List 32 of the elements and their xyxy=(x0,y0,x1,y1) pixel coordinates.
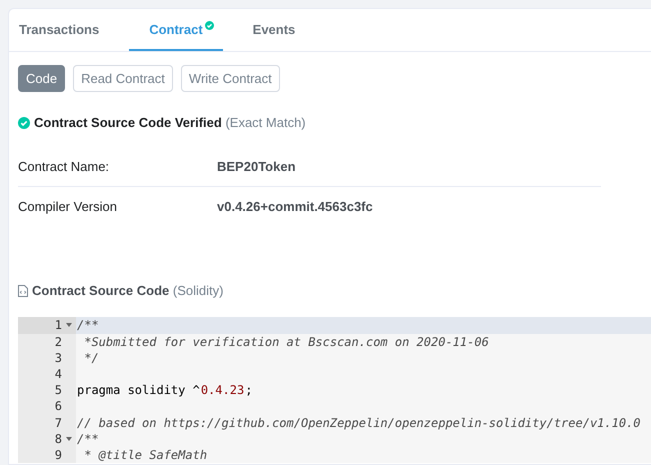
line-number: 9 xyxy=(18,446,76,464)
fold-caret-icon[interactable] xyxy=(66,323,72,328)
line-number: 6 xyxy=(18,398,76,414)
code-line: */ xyxy=(83,350,99,366)
code-file-icon xyxy=(18,284,28,297)
code-line: pragma solidity ^0.4.23; xyxy=(76,382,252,398)
line-number: 5 xyxy=(18,382,76,398)
check-circle-icon xyxy=(18,116,30,129)
line-number: 4 xyxy=(18,366,76,382)
detail-label: Compiler Version xyxy=(18,199,118,215)
code-line: /** xyxy=(76,430,99,447)
tab[interactable]: Events xyxy=(242,9,306,51)
fold-caret-icon[interactable] xyxy=(66,436,72,441)
code-view-button[interactable]: Read Contract xyxy=(73,65,173,92)
line-number: 7 xyxy=(18,414,76,431)
line-number: 8 xyxy=(18,430,76,447)
tab[interactable]: Contract xyxy=(129,9,223,51)
code-view-button[interactable]: Write Contract xyxy=(180,65,280,92)
line-number: 1 xyxy=(18,317,76,334)
code-line: /** xyxy=(76,317,99,334)
line-number: 3 xyxy=(18,350,76,366)
detail-value: v0.4.26+commit.4563c3fc xyxy=(217,199,373,215)
detail-label: Contract Name: xyxy=(18,158,110,174)
code-line: *Submitted for verification at Bscscan.com on 2020-11-06 xyxy=(83,334,489,350)
code-line: // based on https://github.com/OpenZeppelin/openzeppelin-solidity/tree/v1.10.0 xyxy=(76,414,641,431)
code-line: * @title SafeMath xyxy=(83,446,208,464)
detail-value: BEP20Token xyxy=(217,158,296,174)
line-number: 2 xyxy=(18,334,76,350)
tab[interactable]: Transactions xyxy=(9,9,110,51)
source-code-heading: Contract Source Code (Solidity) xyxy=(32,282,224,298)
code-view-button[interactable]: Code xyxy=(18,65,66,92)
verification-status: Contract Source Code Verified (Exact Match) xyxy=(34,115,306,131)
